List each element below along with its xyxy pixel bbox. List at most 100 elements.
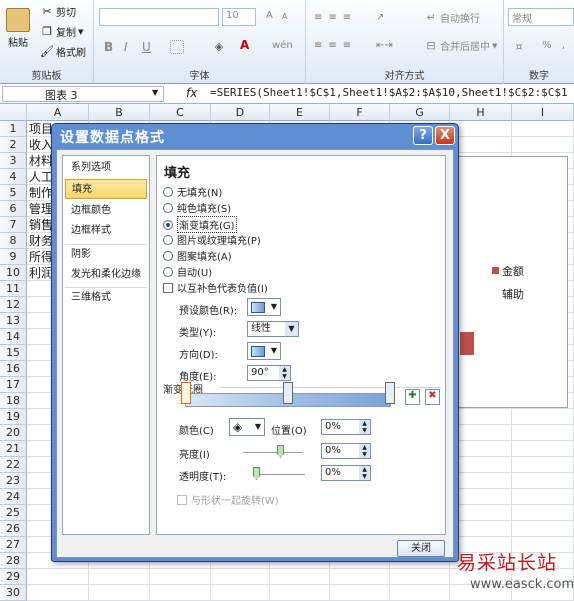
row-header[interactable]: 14 <box>0 329 27 345</box>
nav-shadow[interactable]: 阴影 <box>65 245 147 265</box>
comma-button[interactable]: , <box>562 40 565 51</box>
row-header[interactable]: 13 <box>0 313 27 329</box>
cell-a[interactable]: 所得 <box>29 249 53 265</box>
row-header[interactable]: 21 <box>0 441 27 457</box>
row-header[interactable]: 11 <box>0 281 27 297</box>
close-button[interactable]: 关闭 <box>397 540 445 557</box>
shrink-font-button[interactable]: A <box>282 12 287 21</box>
borders-button[interactable] <box>170 40 184 54</box>
column-header-e[interactable]: E <box>270 104 330 121</box>
horizontal-align-buttons[interactable]: ≡≡≡ <box>314 40 357 51</box>
cell-a[interactable]: 管理 <box>29 201 53 217</box>
column-header-c[interactable]: C <box>150 104 211 121</box>
row-header[interactable]: 3 <box>0 153 27 169</box>
preset-colors-picker[interactable]: ▼ <box>247 298 281 316</box>
row-header[interactable]: 12 <box>0 297 27 313</box>
checkbox[interactable] <box>177 494 187 505</box>
remove-stop-button[interactable]: ✖ <box>425 389 440 405</box>
chart-bar[interactable] <box>460 332 474 355</box>
insert-function-button[interactable]: fx <box>186 86 197 100</box>
transparency-track[interactable] <box>253 474 305 475</box>
font-size-combo[interactable]: 10 <box>222 8 256 26</box>
rotate-with-shape-checkbox[interactable]: 与形状一起旋转(W) <box>177 492 279 507</box>
cell-a[interactable]: 人工 <box>29 169 53 185</box>
indent-buttons[interactable]: ⇤⇥ <box>376 40 393 51</box>
nav-border-style[interactable]: 边框样式 <box>65 221 147 241</box>
nav-border-color[interactable]: 边框颜色 <box>65 201 147 221</box>
name-box[interactable]: 图表 3 <box>2 86 164 102</box>
nav-3d-format[interactable]: 三维格式 <box>65 288 147 308</box>
column-header-i[interactable]: I <box>512 104 574 121</box>
currency-button[interactable]: ¤ <box>512 40 526 54</box>
column-header-f[interactable]: F <box>330 104 390 121</box>
row-header[interactable]: 22 <box>0 457 27 473</box>
name-box-dropdown-icon[interactable]: ▼ <box>152 88 158 97</box>
row-header[interactable]: 29 <box>0 569 27 585</box>
checkbox[interactable] <box>163 282 173 293</box>
solid-fill-option[interactable]: 纯色填充(S) <box>163 200 231 215</box>
spinner-arrows-icon[interactable]: ▲ ▼ <box>359 466 370 480</box>
column-header-g[interactable]: G <box>390 104 450 121</box>
cell-a[interactable]: 利润 <box>29 265 53 281</box>
italic-button[interactable]: I <box>124 40 128 54</box>
direction-picker[interactable]: ▼ <box>247 342 281 360</box>
gradient-stop[interactable] <box>181 382 191 404</box>
radio[interactable] <box>163 250 173 261</box>
chart-area[interactable]: 金额 辅助 <box>455 156 568 408</box>
copy-button[interactable]: ❐ 复制 ▼ <box>40 24 83 40</box>
close-icon[interactable]: X <box>435 126 455 145</box>
row-header[interactable]: 27 <box>0 537 27 553</box>
type-select[interactable]: 线性 ▼ <box>247 321 299 337</box>
add-stop-button[interactable]: ✚ <box>405 389 420 405</box>
column-header-b[interactable]: B <box>89 104 150 121</box>
fill-color-button[interactable]: ◈ <box>212 40 226 54</box>
row-header[interactable]: 9 <box>0 249 27 265</box>
merge-center-button[interactable]: ⊟ 合并后居中 ▼ <box>424 38 497 54</box>
grow-font-button[interactable]: A <box>266 10 273 21</box>
percent-button[interactable]: % <box>542 40 552 51</box>
format-painter-button[interactable]: 🖌 格式刷 <box>40 44 86 60</box>
row-header[interactable]: 19 <box>0 409 27 425</box>
radio[interactable] <box>163 202 173 213</box>
cell-a[interactable]: 制作 <box>29 185 53 201</box>
cell-a[interactable]: 收入 <box>29 137 53 153</box>
brightness-track[interactable] <box>243 452 303 453</box>
row-header[interactable]: 23 <box>0 473 27 489</box>
column-header-d[interactable]: D <box>211 104 270 121</box>
nav-series-options[interactable]: 系列选项 <box>65 158 147 178</box>
brightness-spinner[interactable]: 0% ▲ ▼ <box>321 443 371 459</box>
radio[interactable] <box>163 234 173 245</box>
brightness-slider-thumb[interactable] <box>277 445 284 458</box>
spinner-arrows-icon[interactable]: ▲ ▼ <box>359 420 370 434</box>
spinner-arrows-icon[interactable]: ▲ ▼ <box>279 366 290 380</box>
row-header[interactable]: 18 <box>0 393 27 409</box>
row-header[interactable]: 24 <box>0 489 27 505</box>
position-spinner[interactable]: 0% ▲ ▼ <box>321 419 371 435</box>
underline-button[interactable]: U <box>142 40 151 54</box>
font-color-button[interactable]: A <box>240 38 249 52</box>
cut-button[interactable]: ✂ 剪切 <box>40 4 76 20</box>
formula-input[interactable]: =SERIES(Sheet1!$C$1,Sheet1!$A$2:$A$10,Sh… <box>210 86 568 99</box>
row-header[interactable]: 30 <box>0 585 27 601</box>
row-header[interactable]: 2 <box>0 137 27 153</box>
wrap-text-button[interactable]: ↵ 自动换行 <box>424 10 480 26</box>
radio[interactable] <box>163 219 173 230</box>
column-header-h[interactable]: H <box>450 104 512 121</box>
gradient-fill-option[interactable]: 渐变填充(G) <box>163 216 237 233</box>
row-header[interactable]: 4 <box>0 169 27 185</box>
row-header[interactable]: 16 <box>0 361 27 377</box>
gradient-stop[interactable] <box>283 382 293 404</box>
row-header[interactable]: 1 <box>0 121 27 137</box>
row-header[interactable]: 6 <box>0 201 27 217</box>
nav-glow-soft-edges[interactable]: 发光和柔化边缘 <box>65 265 147 285</box>
transparency-spinner[interactable]: 0% ▲ ▼ <box>321 465 371 481</box>
font-name-combo[interactable] <box>99 8 219 26</box>
row-header[interactable]: 10 <box>0 265 27 281</box>
automatic-fill-option[interactable]: 自动(U) <box>163 264 212 279</box>
no-fill-option[interactable]: 无填充(N) <box>163 184 222 199</box>
row-header[interactable]: 15 <box>0 345 27 361</box>
row-header[interactable]: 20 <box>0 425 27 441</box>
invert-negative-checkbox[interactable]: 以互补色代表负值(I) <box>163 280 268 295</box>
pattern-fill-option[interactable]: 图案填充(A) <box>163 248 232 263</box>
phonetic-button[interactable]: wén <box>272 40 293 51</box>
